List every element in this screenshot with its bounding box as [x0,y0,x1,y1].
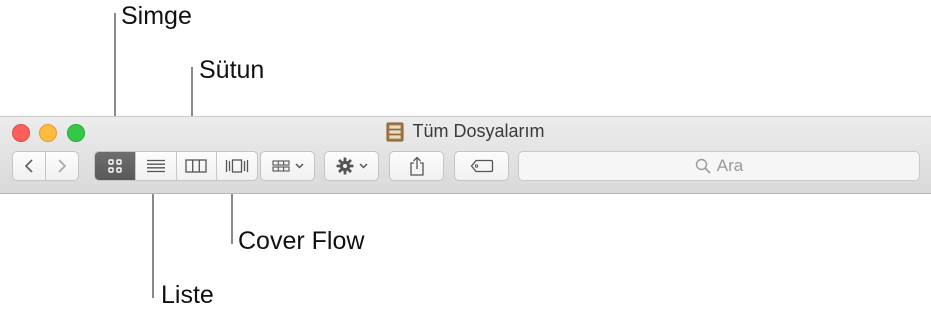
list-icon [146,159,165,173]
column-view-button[interactable] [175,152,217,180]
back-button[interactable] [12,151,46,181]
share-icon [409,156,424,176]
window-title-text: Tüm Dosyalarım [412,121,545,141]
action-button[interactable] [324,151,379,181]
drawer-cabinet-icon [386,122,404,142]
callout-cover-flow-view: Cover Flow [238,227,365,255]
columns-icon [185,159,208,173]
cover-flow-view-button[interactable] [216,152,257,180]
callout-line-list-view [152,180,154,298]
chevron-down-icon [358,163,368,169]
icon-view-button[interactable] [95,152,135,180]
list-view-button[interactable] [134,152,176,180]
callout-list-view: Liste [161,281,214,309]
arrange-grid-icon [271,160,290,172]
grid-icon [108,159,122,173]
chevron-left-icon [24,159,33,173]
share-button[interactable] [389,151,444,181]
search-placeholder: Ara [716,156,744,175]
callout-icon-view: Simge [121,2,192,30]
search-input[interactable]: Ara [518,151,920,181]
tag-icon [470,159,493,173]
cover-flow-icon [225,159,249,173]
window-title: Tüm Dosyalarım [0,121,931,142]
arrange-button[interactable] [260,151,315,181]
tag-button[interactable] [454,151,509,181]
callout-column-view: Sütun [199,56,265,84]
finder-window-toolbar: Tüm Dosyalarım Ara [0,116,931,194]
gear-icon [336,157,353,175]
chevron-down-icon [294,163,304,169]
view-mode-control [94,151,258,181]
search-icon [695,158,711,174]
forward-button[interactable] [45,151,79,181]
chevron-right-icon [58,159,67,173]
